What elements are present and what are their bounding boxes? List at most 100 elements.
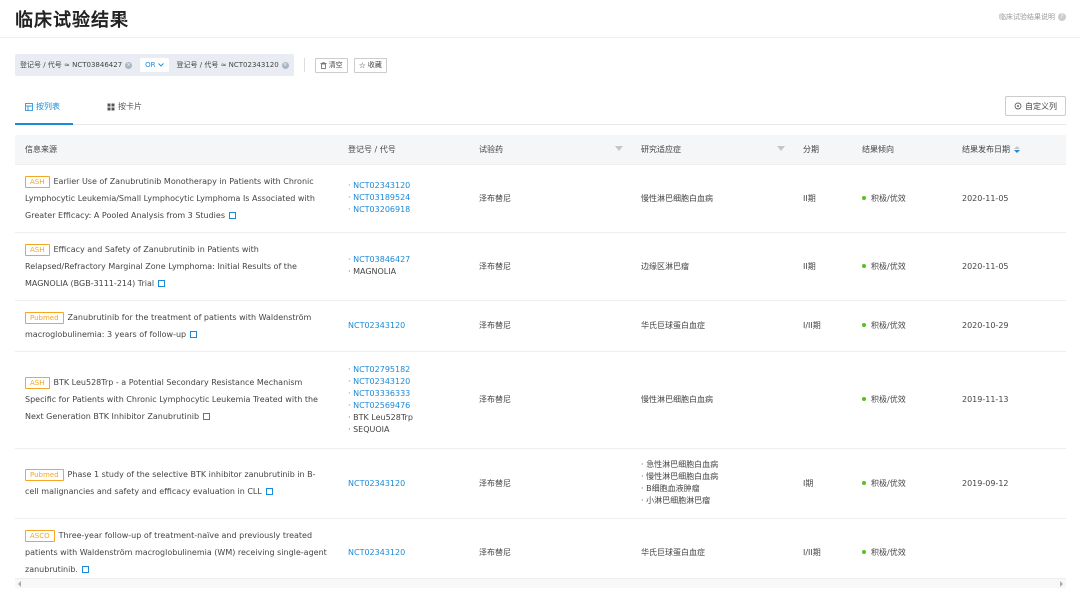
registration-link-label[interactable]: NCT02343120 xyxy=(353,181,410,190)
registration-link-label[interactable]: NCT03336333 xyxy=(353,389,410,398)
result-cell: 积极/优效 xyxy=(852,300,952,352)
registration-link[interactable]: · NCT03189524 xyxy=(348,192,459,204)
clear-label: 清空 xyxy=(328,61,343,69)
registration-cell: NCT02343120 xyxy=(338,300,469,352)
external-link-icon[interactable] xyxy=(81,565,89,573)
horizontal-scrollbar[interactable] xyxy=(15,578,1066,588)
date-cell: 2020-10-29 xyxy=(952,300,1066,352)
external-link-icon[interactable] xyxy=(265,488,273,495)
indication-item: · 小淋巴细胞淋巴瘤 xyxy=(641,496,711,505)
registration-link[interactable]: · NCT02343120 xyxy=(348,180,459,192)
drug-cell: 泽布替尼 xyxy=(469,300,631,352)
help-link-label[interactable]: 临床试验结果说明 xyxy=(999,12,1055,22)
sort-icon[interactable] xyxy=(1014,145,1020,153)
trash-icon xyxy=(320,61,327,69)
indication-item-label: 慢性淋巴细胞白血病 xyxy=(646,472,719,481)
result-label: 积极/优效 xyxy=(871,547,906,557)
save-button[interactable]: ☆ 收藏 xyxy=(353,57,387,73)
phase-cell: I期 xyxy=(793,448,852,519)
column-header-source: 信息来源 xyxy=(15,135,338,165)
registration-link[interactable]: NCT02343120 xyxy=(348,321,405,330)
clear-button[interactable]: 清空 xyxy=(314,57,348,73)
custom-columns-button[interactable]: 自定义列 xyxy=(1005,96,1066,116)
source-title-link[interactable]: Zanubrutinib for the treatment of patien… xyxy=(25,313,311,339)
registration-link[interactable]: · NCT03336333 xyxy=(348,388,459,400)
table-header-row: 信息来源 登记号 / 代号 试验药 研究适应症 分期 结果倾向 结果发布日期 xyxy=(15,135,1066,165)
table-row: ASCO Three-year follow-up of treatment-na… xyxy=(15,518,1066,575)
registration-link[interactable]: · NCT03206918 xyxy=(348,204,459,216)
custom-columns-label: 自定义列 xyxy=(1025,101,1057,111)
indication-cell: 边缘区淋巴瘤 xyxy=(631,232,793,301)
close-icon[interactable]: × xyxy=(125,61,133,69)
registration-cell: NCT02343120 xyxy=(338,518,469,575)
indication-cell: 慢性淋巴细胞白血病 xyxy=(631,164,793,233)
status-dot xyxy=(862,397,866,401)
registration-cell: · NCT03846427 · MAGNOLIA xyxy=(338,232,469,301)
source-cell: ASH Earlier Use of Zanubrutinib Monothera… xyxy=(15,164,338,233)
filter-bar: 登记号 / 代号 ≈ NCT03846427 × OR 登记号 / 代号 ≈ N… xyxy=(15,54,393,76)
indication-cell: · 急性淋巴细胞白血病 · 慢性淋巴细胞白血病 · B细胞血液肿瘤 · 小淋巴细… xyxy=(631,448,793,519)
column-header-drug-label: 试验药 xyxy=(479,144,503,154)
source-cell: Pubmed Phase 1 study of the selective BTK… xyxy=(15,448,338,519)
result-label: 积极/优效 xyxy=(871,478,906,488)
star-icon: ☆ xyxy=(358,60,366,70)
registration-link[interactable]: · NCT03846427 xyxy=(348,254,459,266)
result-label: 积极/优效 xyxy=(871,193,906,203)
external-link-icon[interactable] xyxy=(190,330,198,338)
table-row: ASH Efficacy and Safety of Zanubrutinib i… xyxy=(15,232,1066,301)
close-icon[interactable]: × xyxy=(281,61,289,69)
drug-cell: 泽布替尼 xyxy=(469,164,631,233)
view-tabs: 按列表 按卡片 自定义列 xyxy=(15,96,1066,125)
status-dot xyxy=(862,480,866,485)
status-dot xyxy=(862,549,866,554)
tab-list[interactable]: 按列表 xyxy=(25,101,60,112)
registration-link-label[interactable]: NCT02569476 xyxy=(353,401,410,410)
source-title-link[interactable]: Earlier Use of Zanubrutinib Monotherapy … xyxy=(25,177,315,220)
filter-chip[interactable]: 登记号 / 代号 ≈ NCT02343120 × xyxy=(177,60,289,70)
registration-link-label[interactable]: NCT03846427 xyxy=(353,255,410,264)
date-cell: 2020-11-05 xyxy=(952,164,1066,233)
registration-link-label[interactable]: NCT02795182 xyxy=(353,365,410,374)
help-link[interactable]: 临床试验结果说明 ? xyxy=(999,12,1066,22)
registration-link[interactable]: · NCT02795182 xyxy=(348,364,459,376)
registration-cell: · NCT02795182 · NCT02343120 · NCT0333633… xyxy=(338,351,469,449)
registration-code: · BTK Leu528Trp xyxy=(348,412,413,422)
indication-item-label: 急性淋巴细胞白血病 xyxy=(646,460,719,469)
registration-code-label: MAGNOLIA xyxy=(353,267,397,276)
table-row: Pubmed Zanubrutinib for the treatment of … xyxy=(15,300,1066,352)
result-label: 积极/优效 xyxy=(871,261,906,271)
external-link-icon[interactable] xyxy=(203,413,211,420)
scroll-left-icon[interactable] xyxy=(18,581,21,587)
scroll-right-icon[interactable] xyxy=(1060,581,1063,587)
date-cell: 2020-11-05 xyxy=(952,232,1066,301)
source-tag: Pubmed xyxy=(25,311,64,324)
source-title-link[interactable]: Three-year follow-up of treatment-naïve … xyxy=(25,531,327,574)
registration-code-label: SEQUOIA xyxy=(353,424,390,434)
column-header-date[interactable]: 结果发布日期 xyxy=(952,135,1066,165)
drug-cell: 泽布替尼 xyxy=(469,448,631,519)
registration-link[interactable]: NCT02343120 xyxy=(348,548,405,557)
divider xyxy=(303,58,305,72)
table-row: Pubmed Phase 1 study of the selective BTK… xyxy=(15,448,1066,519)
registration-link[interactable]: · NCT02343120 xyxy=(348,376,459,388)
filter-chip[interactable]: 登记号 / 代号 ≈ NCT03846427 × xyxy=(20,60,133,70)
source-title-link[interactable]: BTK Leu528Trp - a Potential Secondary Re… xyxy=(25,378,318,421)
help-icon[interactable]: ? xyxy=(1058,13,1066,21)
filter-icon[interactable] xyxy=(615,146,623,151)
tab-card[interactable]: 按卡片 xyxy=(107,101,142,112)
registration-link-label[interactable]: NCT03189524 xyxy=(353,193,410,202)
registration-link[interactable]: · NCT02569476 xyxy=(348,400,459,412)
source-tag: ASCO xyxy=(25,529,55,542)
registration-link-label[interactable]: NCT03206918 xyxy=(353,205,410,214)
external-link-icon[interactable] xyxy=(229,211,236,219)
filter-icon[interactable] xyxy=(777,146,785,151)
registration-code: · SEQUOIA xyxy=(348,424,390,434)
results-table-container: 信息来源 登记号 / 代号 试验药 研究适应症 分期 结果倾向 结果发布日期 A… xyxy=(15,135,1066,575)
table-row: ASH Earlier Use of Zanubrutinib Monothera… xyxy=(15,164,1066,233)
external-link-icon[interactable] xyxy=(158,279,166,287)
registration-link[interactable]: NCT02343120 xyxy=(348,479,405,488)
operator-select[interactable]: OR xyxy=(140,58,169,72)
result-cell: 积极/优效 xyxy=(852,351,952,449)
filter-chip-label: 登记号 / 代号 ≈ NCT02343120 xyxy=(176,61,279,69)
registration-link-label[interactable]: NCT02343120 xyxy=(353,377,410,386)
